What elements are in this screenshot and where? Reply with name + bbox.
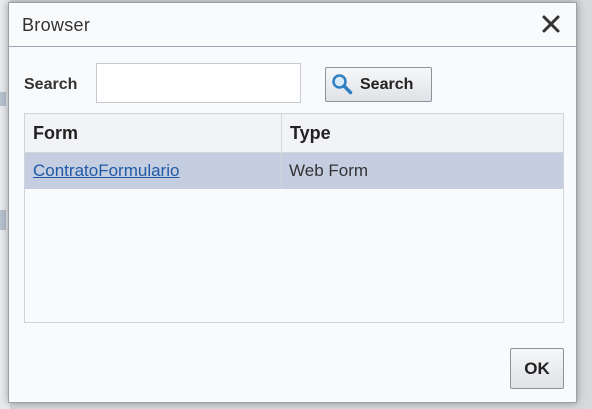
column-divider <box>281 114 282 189</box>
search-input[interactable] <box>96 63 301 103</box>
form-link[interactable]: ContratoFormulario <box>33 153 179 189</box>
magnifier-icon <box>331 73 353 95</box>
close-icon[interactable] <box>540 13 562 35</box>
search-button-label: Search <box>360 76 414 93</box>
table-row[interactable]: ContratoFormulario Web Form <box>25 153 563 189</box>
table-header: Form Type <box>25 114 563 153</box>
column-header-type[interactable]: Type <box>290 114 331 152</box>
background-element <box>0 210 6 230</box>
ok-button[interactable]: OK <box>510 348 564 389</box>
background-element <box>0 92 6 106</box>
dialog-title: Browser <box>22 15 91 35</box>
browser-dialog: Browser Search Search Form Type Contrato… <box>8 2 577 403</box>
column-header-form[interactable]: Form <box>33 114 78 152</box>
results-table: Form Type ContratoFormulario Web Form <box>24 113 564 323</box>
search-button[interactable]: Search <box>325 67 432 102</box>
dialog-header: Browser <box>9 3 576 47</box>
search-label: Search <box>24 76 78 93</box>
form-type-cell: Web Form <box>289 161 369 180</box>
